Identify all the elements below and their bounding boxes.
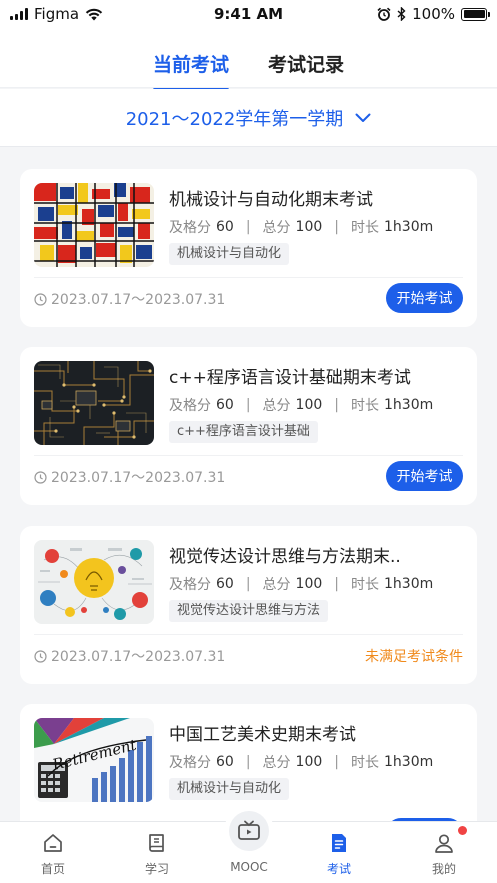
duration-label: 时长 [351,755,379,771]
exam-date-range: 2023.07.17～2023.07.31 [34,289,225,309]
clock-icon [34,649,47,663]
pass-score-value: 60 [216,576,234,592]
tab-study[interactable]: 学习 [117,822,197,883]
duration-value: 1h30m [384,219,434,235]
tab-exam[interactable]: 考试 [299,822,379,883]
clock-icon [34,292,47,306]
book-icon [149,834,164,852]
clock-icon [34,470,47,484]
meta-separator: | [334,576,339,592]
user-icon [435,834,453,853]
exam-title: 视觉传达设计思维与方法期末.. [169,547,401,567]
tab-label: 学习 [144,862,169,876]
exam-thumbnail-circuit [34,361,154,445]
card-divider [34,277,463,278]
pass-score-value: 60 [216,397,234,413]
status-right: 100% [377,5,490,23]
card-divider [34,634,463,635]
notification-badge [458,826,467,835]
semester-selector[interactable]: 2021～2022学年第一学期 [0,89,497,147]
total-score-value: 100 [295,754,323,770]
chevron-down-icon [355,113,371,122]
exam-doc-icon [332,834,346,852]
pass-score-label: 及格分 [169,577,211,593]
exam-card[interactable]: 机械设计与自动化期末考试 及格分 60 | 总分 100 | 时长 1h30m … [20,169,477,327]
tab-current-exams[interactable]: 当前考试 [153,50,230,91]
pass-score-value: 60 [216,219,234,235]
exam-card[interactable]: c++程序语言设计基础期末考试 及格分 60 | 总分 100 | 时长 1h3… [20,347,477,505]
meta-separator: | [334,397,339,413]
exam-title: 中国工艺美术史期末考试 [169,725,356,745]
date-range-text: 2023.07.17～2023.07.31 [51,470,226,486]
exam-date-range: 2023.07.17～2023.07.31 [34,467,225,487]
exam-card[interactable]: 视觉传达设计思维与方法期末.. 及格分 60 | 总分 100 | 时长 1h3… [20,526,477,684]
bottom-tab-bar: 首页 学习 MOOC 考试 我的 [0,806,497,883]
status-bar: Figma 9:41 AM 100% [0,0,497,30]
semester-label: 2021～2022学年第一学期 [125,108,344,130]
exam-thumbnail-lightbulb [34,540,154,624]
exam-date-range: 2023.07.17～2023.07.31 [34,646,225,666]
exam-meta: 及格分 60 | 总分 100 | 时长 1h30m [169,217,433,237]
exam-thumbnail-mondrian [34,183,154,267]
tab-label: MOOC [230,860,268,874]
exam-meta: 及格分 60 | 总分 100 | 时长 1h30m [169,395,433,415]
meta-separator: | [245,397,251,413]
total-score-label: 总分 [262,755,291,771]
course-tag: 视觉传达设计思维与方法 [169,600,329,622]
tab-home[interactable]: 首页 [13,822,93,883]
card-divider [34,455,463,456]
duration-label: 时长 [351,398,379,414]
meta-separator: | [245,754,251,770]
pass-score-label: 及格分 [169,220,211,236]
alarm-icon [377,7,391,21]
duration-value: 1h30m [384,576,434,592]
exam-title: 机械设计与自动化期末考试 [169,190,373,210]
tab-label: 考试 [326,862,351,876]
tab-label: 我的 [431,862,456,876]
meta-separator: | [245,576,251,592]
meta-separator: | [334,219,339,235]
course-tag: 机械设计与自动化 [169,778,290,800]
battery-percent: 100% [412,5,455,23]
meta-separator: | [334,754,339,770]
total-score-value: 100 [295,397,323,413]
duration-value: 1h30m [384,397,434,413]
date-range-text: 2023.07.17～2023.07.31 [51,649,226,665]
start-exam-button[interactable]: 开始考试 [386,283,463,313]
start-exam-button[interactable]: 开始考试 [386,461,463,491]
meta-separator: | [245,219,251,235]
tab-label: 首页 [40,862,65,876]
total-score-value: 100 [295,576,323,592]
bluetooth-icon [397,7,406,21]
total-score-label: 总分 [262,577,291,593]
total-score-label: 总分 [262,398,291,414]
pass-score-label: 及格分 [169,398,211,414]
duration-value: 1h30m [384,754,434,770]
exam-meta: 及格分 60 | 总分 100 | 时长 1h30m [169,752,433,772]
tab-exam-records[interactable]: 考试记录 [268,50,344,77]
tab-mooc[interactable]: MOOC [209,822,289,883]
course-tag: c++程序语言设计基础 [169,421,318,443]
duration-label: 时长 [351,220,379,236]
total-score-value: 100 [295,219,323,235]
course-tag: 机械设计与自动化 [169,243,290,265]
exam-tabs-header: 当前考试 考试记录 [0,30,497,91]
pass-score-label: 及格分 [169,755,211,771]
pass-score-value: 60 [216,754,234,770]
exam-status-unmet: 未满足考试条件 [365,649,463,665]
exam-title: c++程序语言设计基础期末考试 [169,368,411,388]
battery-icon [461,7,490,21]
home-icon [44,834,62,852]
exam-meta: 及格分 60 | 总分 100 | 时长 1h30m [169,574,433,594]
date-range-text: 2023.07.17～2023.07.31 [51,292,226,308]
tab-profile[interactable]: 我的 [404,822,484,883]
duration-label: 时长 [351,577,379,593]
exam-thumbnail-retirement: Retirement [34,718,154,802]
total-score-label: 总分 [262,220,291,236]
